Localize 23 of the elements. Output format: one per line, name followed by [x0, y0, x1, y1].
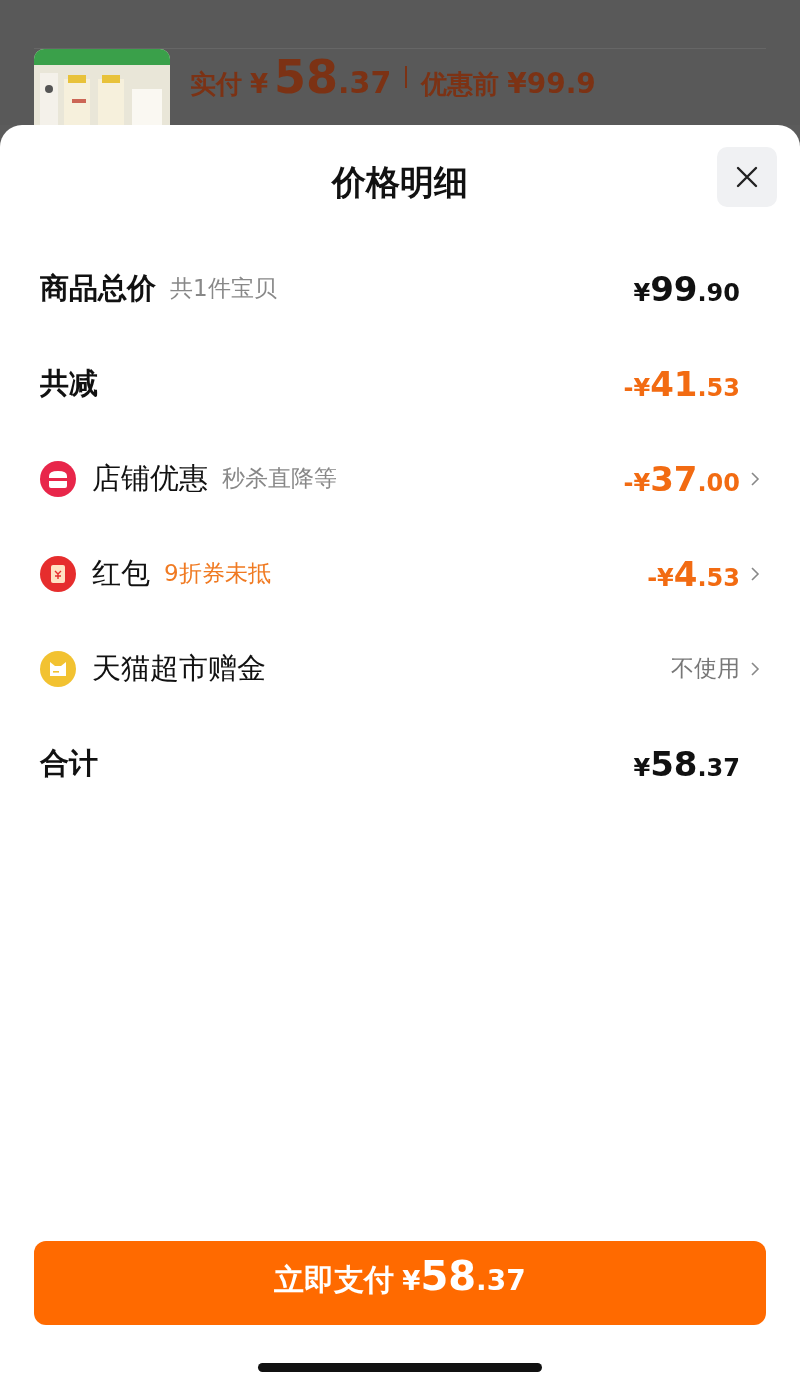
row-note: 秒杀直降等: [222, 464, 337, 493]
row-note: 9折券未抵: [164, 559, 271, 588]
row-note: 共1件宝贝: [170, 274, 277, 303]
amount-text: -¥37.00: [623, 458, 740, 499]
row-label: 商品总价: [40, 269, 156, 307]
close-icon: [734, 164, 760, 190]
amount-text: ¥58.37: [633, 743, 740, 784]
amount-text: ¥99.90: [633, 268, 740, 309]
row-label: 天猫超市赠金: [92, 649, 266, 687]
amount-text: -¥41.53: [623, 363, 740, 404]
row-label: 合计: [40, 744, 98, 782]
row-label: 红包: [92, 554, 150, 592]
option-value: 不使用: [671, 654, 740, 683]
row-label: 共减: [40, 364, 98, 402]
row-label: 店铺优惠: [92, 459, 208, 497]
pay-button[interactable]: 立即支付 ¥58.37: [34, 1241, 766, 1325]
close-button[interactable]: [717, 147, 777, 207]
amount-text: -¥4.53: [647, 553, 740, 594]
paid-price: ¥58.37: [250, 50, 392, 104]
paid-label: 实付: [190, 68, 242, 101]
original-price: ¥99.9: [507, 67, 596, 100]
sheet-title: 价格明细: [332, 161, 468, 204]
original-label: 优惠前: [421, 68, 500, 101]
